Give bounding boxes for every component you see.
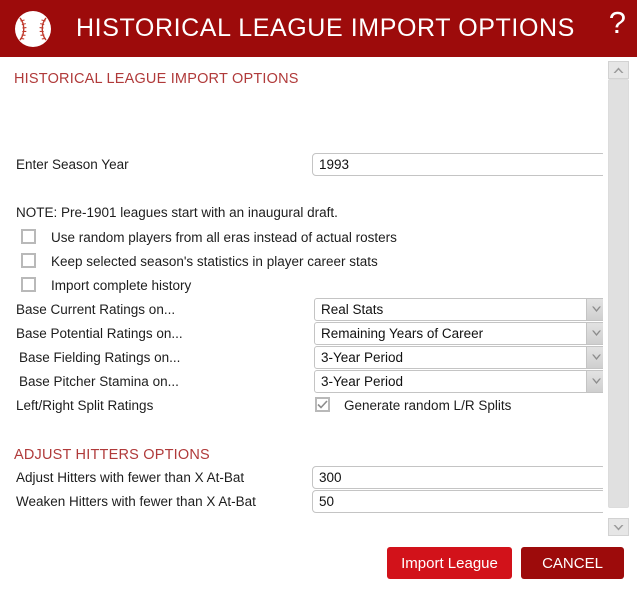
import-league-button[interactable]: Import League (387, 547, 512, 579)
base-pitcher-stamina-label: Base Pitcher Stamina on... (19, 374, 179, 389)
base-fielding-ratings-value: 3-Year Period (321, 350, 404, 365)
options-form: HISTORICAL LEAGUE IMPORT OPTIONS Enter S… (0, 57, 603, 540)
adjust-hitters-ab-input[interactable] (312, 466, 603, 489)
title-bar: HISTORICAL LEAGUE IMPORT OPTIONS ? (0, 0, 637, 57)
chevron-down-icon (586, 371, 603, 392)
checkbox-keep-season-stats[interactable] (21, 253, 36, 268)
checkbox-import-complete-history-label: Import complete history (51, 278, 192, 293)
scroll-up-button[interactable] (608, 61, 629, 79)
weaken-hitters-ab-label: Weaken Hitters with fewer than X At-Bat (16, 494, 256, 509)
page-title: HISTORICAL LEAGUE IMPORT OPTIONS (76, 14, 575, 42)
checkbox-keep-season-stats-label: Keep selected season's statistics in pla… (51, 254, 378, 269)
base-pitcher-stamina-select[interactable]: 3-Year Period (314, 370, 603, 393)
scrollbar-track[interactable] (608, 79, 629, 518)
base-potential-ratings-label: Base Potential Ratings on... (16, 326, 183, 341)
base-potential-ratings-select[interactable]: Remaining Years of Career (314, 322, 603, 345)
scroll-down-button[interactable] (608, 518, 629, 536)
base-current-ratings-label: Base Current Ratings on... (16, 302, 176, 317)
checkbox-random-players-label: Use random players from all eras instead… (51, 230, 397, 245)
adjust-hitters-ab-label: Adjust Hitters with fewer than X At-Bat (16, 470, 245, 485)
chevron-down-icon (586, 323, 603, 344)
base-current-ratings-select[interactable]: Real Stats (314, 298, 603, 321)
vertical-scrollbar[interactable] (603, 57, 637, 540)
weaken-hitters-ab-input[interactable] (312, 490, 603, 513)
help-icon[interactable]: ? (609, 4, 626, 42)
scrollbar-thumb[interactable] (608, 79, 629, 508)
checkbox-generate-lr-splits[interactable] (315, 397, 330, 412)
adjust-hitters-heading: ADJUST HITTERS OPTIONS (14, 447, 210, 463)
checkbox-import-complete-history[interactable] (21, 277, 36, 292)
base-pitcher-stamina-value: 3-Year Period (321, 374, 404, 389)
baseball-icon (15, 10, 51, 47)
chevron-down-icon (586, 347, 603, 368)
cancel-button[interactable]: CANCEL (521, 547, 624, 579)
left-right-split-ratings-label: Left/Right Split Ratings (16, 398, 154, 413)
form-section-title: HISTORICAL LEAGUE IMPORT OPTIONS (14, 71, 299, 87)
base-potential-ratings-value: Remaining Years of Career (321, 326, 484, 341)
chevron-down-icon (586, 299, 603, 320)
base-fielding-ratings-label: Base Fielding Ratings on... (19, 350, 181, 365)
checkbox-generate-lr-splits-label: Generate random L/R Splits (344, 398, 512, 413)
inaugural-draft-note: NOTE: Pre-1901 leagues start with an ina… (16, 205, 338, 220)
season-year-input[interactable] (312, 153, 603, 176)
base-fielding-ratings-select[interactable]: 3-Year Period (314, 346, 603, 369)
checkbox-random-players[interactable] (21, 229, 36, 244)
season-year-label: Enter Season Year (16, 157, 129, 172)
base-current-ratings-value: Real Stats (321, 302, 384, 317)
